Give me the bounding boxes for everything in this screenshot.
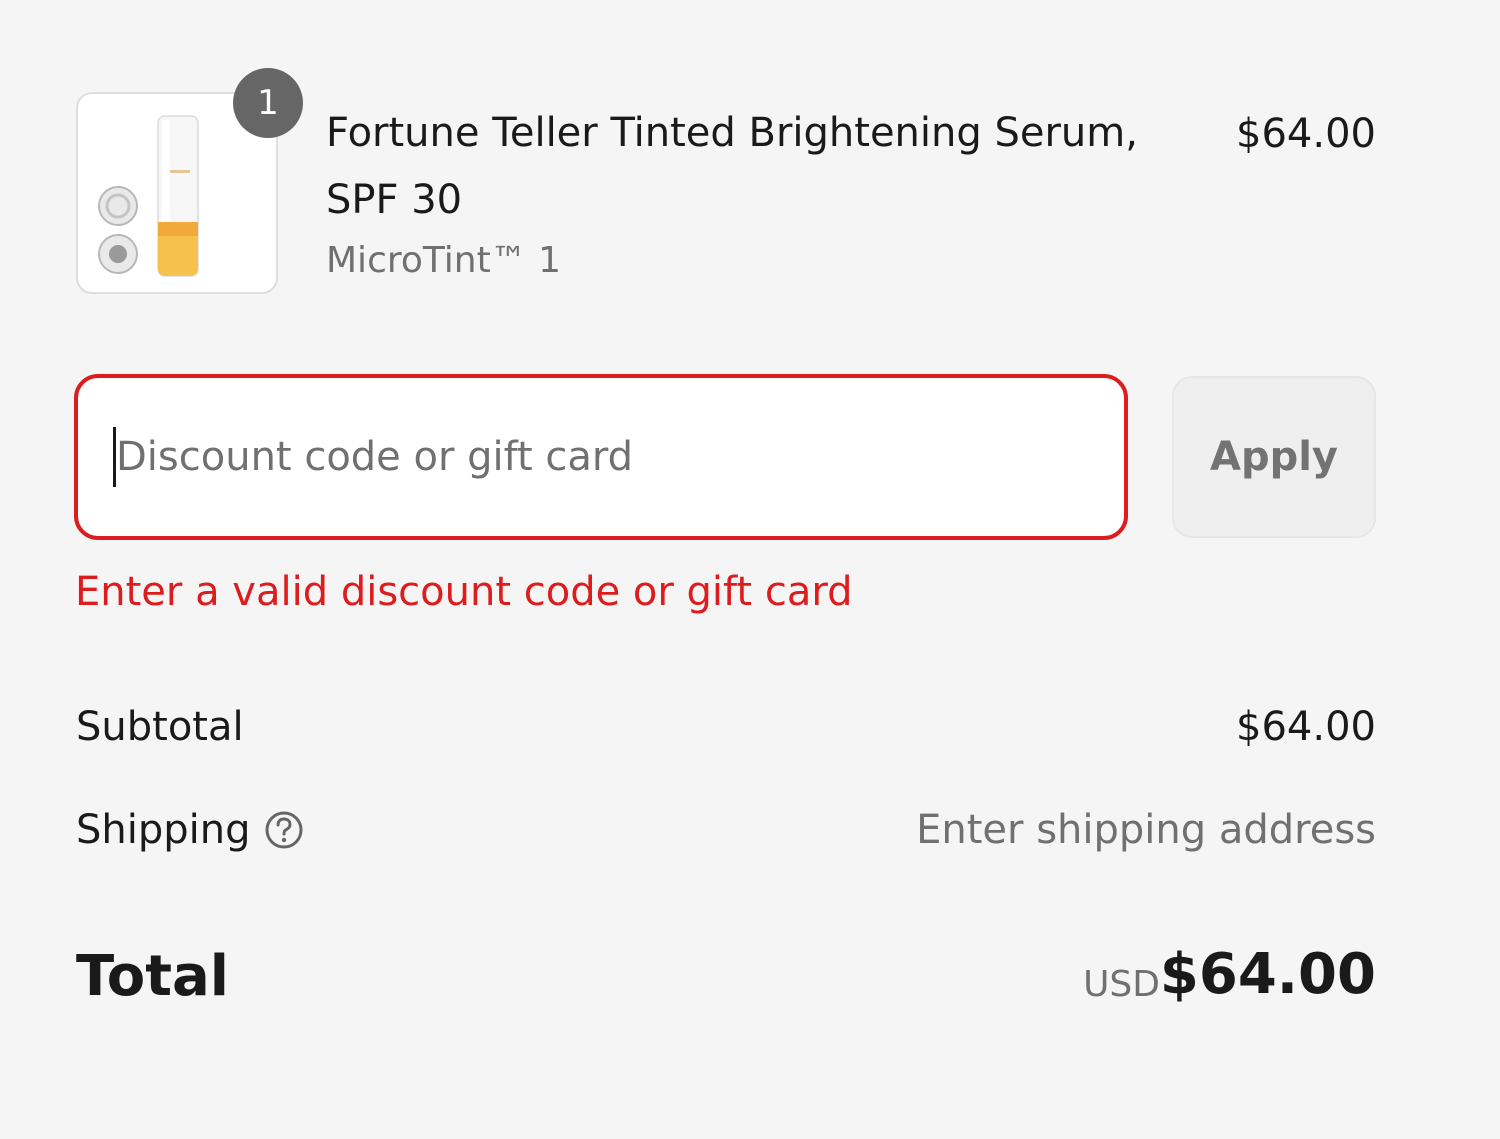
total-label: Total <box>76 944 229 1009</box>
total-currency: USD <box>1083 964 1160 1005</box>
shipping-value: Enter shipping address <box>916 807 1376 853</box>
apply-discount-button[interactable]: Apply <box>1172 376 1376 538</box>
quantity-badge: 1 <box>233 68 303 138</box>
shipping-label: Shipping <box>76 807 251 853</box>
product-price: $64.00 <box>1236 111 1376 157</box>
discount-error-message: Enter a valid discount code or gift card <box>75 569 853 615</box>
total-amount: $64.00 <box>1159 942 1376 1007</box>
text-caret <box>113 427 116 487</box>
discount-code-input[interactable] <box>74 374 1128 540</box>
question-circle-icon[interactable] <box>264 810 304 850</box>
product-variant: MicroTint™ 1 <box>326 240 562 281</box>
subtotal-value: $64.00 <box>1236 704 1376 750</box>
product-name: Fortune Teller Tinted Brightening Serum,… <box>326 110 1138 223</box>
subtotal-label: Subtotal <box>76 704 244 750</box>
